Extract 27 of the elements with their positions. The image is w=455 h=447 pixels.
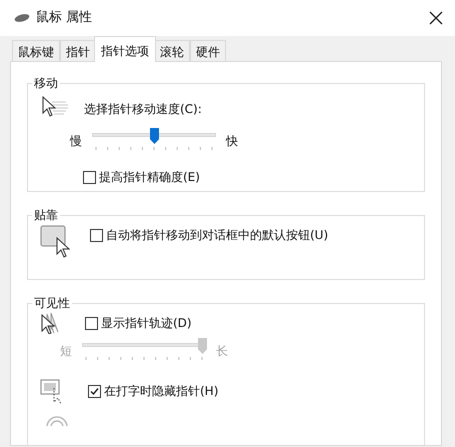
speed-label: 选择指针移动速度(C): bbox=[84, 101, 203, 118]
mouse-icon bbox=[14, 13, 30, 23]
tab[interactable]: 硬件 bbox=[190, 40, 226, 61]
group-title: 移动 bbox=[33, 75, 59, 92]
tab[interactable]: 指针 bbox=[60, 40, 96, 61]
checkbox[interactable] bbox=[85, 316, 98, 330]
close-icon[interactable] bbox=[429, 11, 443, 25]
tab[interactable]: 鼠标键 bbox=[12, 40, 60, 61]
checkbox[interactable] bbox=[90, 228, 103, 242]
slider[interactable] bbox=[92, 130, 216, 152]
checkbox-label: 提高指针精确度(E) bbox=[99, 169, 200, 186]
checkbox-label: 显示指针轨迹(D) bbox=[101, 315, 192, 332]
pointer-location-icon bbox=[46, 416, 68, 426]
checkbox-label: 自动将指针移动到对话框中的默认按钮(U) bbox=[106, 227, 328, 244]
checkbox-label: 在打字时隐藏指针(H) bbox=[104, 383, 218, 400]
window-title: 鼠标 属性 bbox=[36, 9, 92, 28]
slider-max-label: 快 bbox=[226, 133, 238, 150]
checkbox[interactable] bbox=[83, 170, 96, 184]
pointer-trails-icon bbox=[40, 312, 60, 334]
slider-min-label: 短 bbox=[60, 343, 73, 360]
group-title: 贴靠 bbox=[33, 207, 59, 224]
slider-min-label: 慢 bbox=[70, 133, 83, 150]
tab[interactable]: 指针选项 bbox=[94, 36, 156, 62]
group-title: 可见性 bbox=[33, 295, 71, 312]
tab[interactable]: 滚轮 bbox=[154, 40, 190, 61]
slider-max-label: 长 bbox=[216, 343, 228, 360]
checkbox[interactable] bbox=[88, 384, 101, 398]
